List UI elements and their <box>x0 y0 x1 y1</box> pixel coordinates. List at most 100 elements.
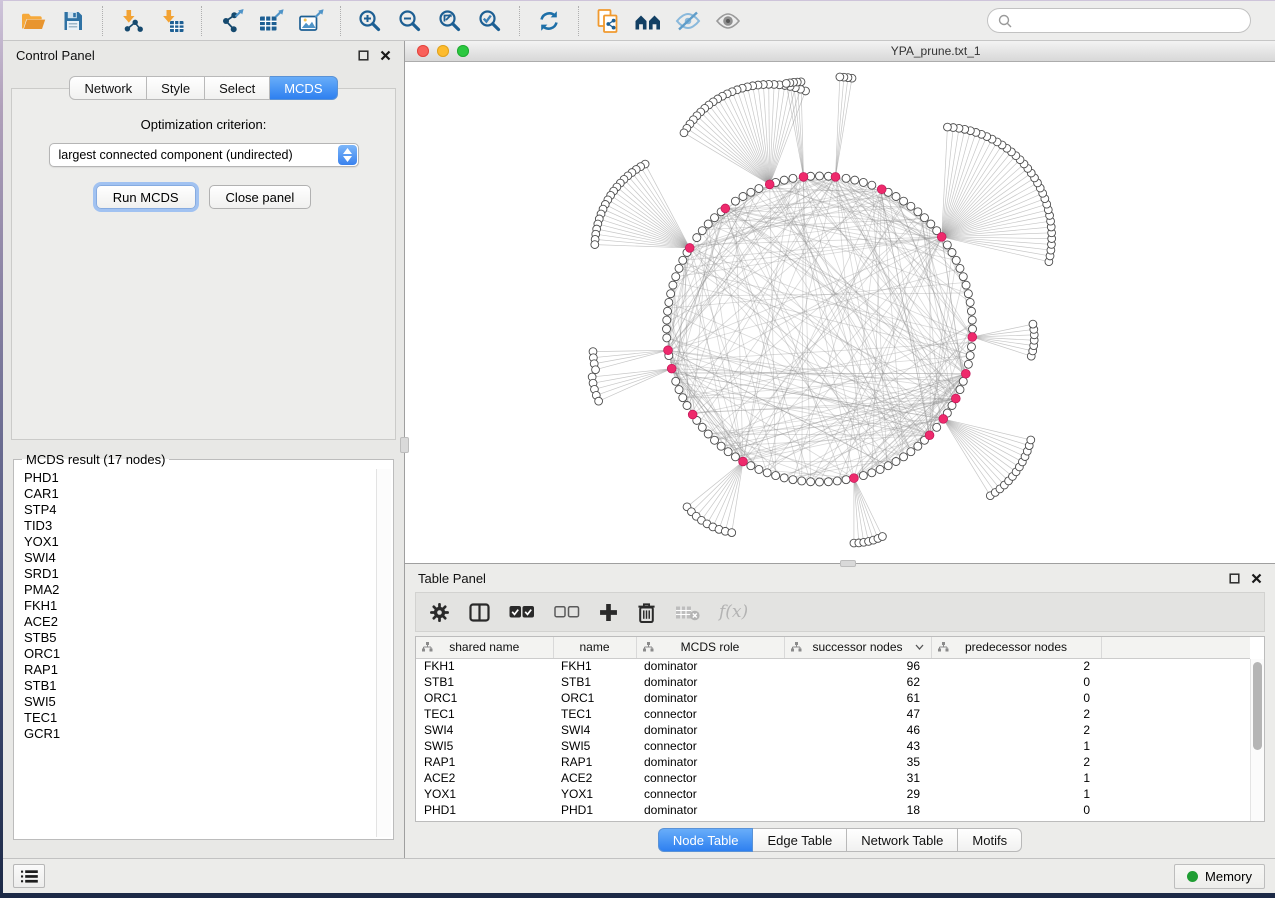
close-panel-icon[interactable] <box>380 50 391 61</box>
table-row[interactable]: PHD1PHD1dominator180 <box>416 802 1250 818</box>
table-cell[interactable]: connector <box>636 706 784 722</box>
table-cell[interactable]: SWI4 <box>553 722 636 738</box>
mcds-result-item[interactable]: GCR1 <box>24 726 383 742</box>
table-row[interactable]: ACE2ACE2connector311 <box>416 770 1250 786</box>
table-cell[interactable]: connector <box>636 786 784 802</box>
zoom-out-button[interactable] <box>390 5 430 37</box>
table-scrollbar-thumb[interactable] <box>1253 662 1262 750</box>
table-cell[interactable]: 43 <box>784 738 931 754</box>
table-cell[interactable]: 31 <box>784 770 931 786</box>
tab-node-table[interactable]: Node Table <box>658 828 754 852</box>
column-header-successor-nodes[interactable]: successor nodes <box>784 637 931 658</box>
tab-mcds[interactable]: MCDS <box>270 76 337 100</box>
table-row[interactable]: TEC1TEC1connector472 <box>416 706 1250 722</box>
table-cell[interactable]: 47 <box>784 706 931 722</box>
first-neighbors-button[interactable] <box>628 5 668 37</box>
mcds-result-item[interactable]: RAP1 <box>24 662 383 678</box>
mcds-result-item[interactable]: STB5 <box>24 630 383 646</box>
zoom-fit-button[interactable] <box>430 5 470 37</box>
table-cell[interactable]: SWI4 <box>416 722 553 738</box>
table-cell[interactable]: PHD1 <box>553 802 636 818</box>
mcds-result-item[interactable]: ACE2 <box>24 614 383 630</box>
network-window-titlebar[interactable]: YPA_prune.txt_1 <box>405 41 1275 62</box>
tab-style[interactable]: Style <box>147 76 205 100</box>
tab-network-table[interactable]: Network Table <box>847 828 958 852</box>
mcds-result-item[interactable]: SWI5 <box>24 694 383 710</box>
table-row[interactable]: RAP1RAP1dominator352 <box>416 754 1250 770</box>
float-table-panel-icon[interactable] <box>1229 573 1240 584</box>
table-cell[interactable]: SWI5 <box>553 738 636 754</box>
result-list-scrollbar[interactable] <box>376 469 391 837</box>
table-cell[interactable]: 2 <box>931 658 1101 674</box>
zoom-in-button[interactable] <box>350 5 390 37</box>
tab-select[interactable]: Select <box>205 76 270 100</box>
table-cell[interactable]: ACE2 <box>553 770 636 786</box>
mcds-result-item[interactable]: FKH1 <box>24 598 383 614</box>
close-panel-button[interactable]: Close panel <box>209 185 312 209</box>
table-cell[interactable]: 46 <box>784 722 931 738</box>
window-minimize-icon[interactable] <box>437 45 449 57</box>
table-row[interactable]: YOX1YOX1connector291 <box>416 786 1250 802</box>
table-cell[interactable]: 2 <box>931 722 1101 738</box>
column-header-predecessor-nodes[interactable]: predecessor nodes <box>931 637 1101 658</box>
column-header-name[interactable]: name <box>553 637 636 658</box>
table-cell[interactable]: TEC1 <box>553 706 636 722</box>
table-cell[interactable]: 62 <box>784 674 931 690</box>
import-table-button[interactable] <box>152 5 192 37</box>
table-cell[interactable]: FKH1 <box>553 658 636 674</box>
table-cell[interactable]: 0 <box>931 802 1101 818</box>
zoom-selected-button[interactable] <box>470 5 510 37</box>
table-cell[interactable]: 61 <box>784 690 931 706</box>
column-header-mcds-role[interactable]: MCDS role <box>636 637 784 658</box>
table-cell[interactable]: ACE2 <box>416 770 553 786</box>
export-network-button[interactable] <box>211 5 251 37</box>
table-cell[interactable]: 1 <box>931 786 1101 802</box>
table-cell[interactable]: SWI5 <box>416 738 553 754</box>
mcds-result-item[interactable]: SRD1 <box>24 566 383 582</box>
column-header-shared-name[interactable]: shared name <box>416 637 553 658</box>
open-file-button[interactable] <box>13 5 53 37</box>
mcds-result-item[interactable]: TEC1 <box>24 710 383 726</box>
table-cell[interactable]: RAP1 <box>553 754 636 770</box>
table-cell[interactable]: 2 <box>931 754 1101 770</box>
table-row[interactable]: ORC1ORC1dominator610 <box>416 690 1250 706</box>
table-cell[interactable]: connector <box>636 770 784 786</box>
export-table-button[interactable] <box>251 5 291 37</box>
mcds-result-item[interactable]: CAR1 <box>24 486 383 502</box>
window-maximize-icon[interactable] <box>457 45 469 57</box>
tab-motifs[interactable]: Motifs <box>958 828 1022 852</box>
table-cell[interactable]: dominator <box>636 722 784 738</box>
table-cell[interactable]: dominator <box>636 754 784 770</box>
table-cell[interactable]: STB1 <box>416 674 553 690</box>
mcds-result-item[interactable]: PMA2 <box>24 582 383 598</box>
run-mcds-button[interactable]: Run MCDS <box>96 185 196 209</box>
table-cell[interactable]: 35 <box>784 754 931 770</box>
delete-column-button[interactable] <box>637 602 656 623</box>
table-cell[interactable]: 29 <box>784 786 931 802</box>
tab-edge-table[interactable]: Edge Table <box>753 828 847 852</box>
search-box[interactable] <box>987 8 1251 33</box>
network-graph-canvas[interactable] <box>405 62 1275 563</box>
memory-button[interactable]: Memory <box>1174 864 1265 889</box>
table-cell[interactable]: PHD1 <box>416 802 553 818</box>
show-all-button[interactable] <box>708 5 748 37</box>
horizontal-splitter-handle[interactable] <box>840 560 856 567</box>
table-cell[interactable]: 0 <box>931 690 1101 706</box>
mcds-result-item[interactable]: STP4 <box>24 502 383 518</box>
table-cell[interactable]: RAP1 <box>416 754 553 770</box>
table-cell[interactable]: 96 <box>784 658 931 674</box>
criterion-select[interactable]: largest connected component (undirected) <box>49 143 359 167</box>
import-network-button[interactable] <box>112 5 152 37</box>
vertical-splitter-handle[interactable] <box>400 437 409 453</box>
table-cell[interactable]: dominator <box>636 674 784 690</box>
new-network-from-selection-button[interactable] <box>588 5 628 37</box>
mcds-result-item[interactable]: ORC1 <box>24 646 383 662</box>
close-table-panel-icon[interactable] <box>1251 573 1262 584</box>
table-cell[interactable]: 1 <box>931 770 1101 786</box>
tab-network[interactable]: Network <box>69 76 147 100</box>
hide-selected-button[interactable] <box>668 5 708 37</box>
show-panels-button[interactable] <box>13 864 45 888</box>
mcds-result-item[interactable]: SWI4 <box>24 550 383 566</box>
window-close-icon[interactable] <box>417 45 429 57</box>
search-input[interactable] <box>1018 13 1240 28</box>
